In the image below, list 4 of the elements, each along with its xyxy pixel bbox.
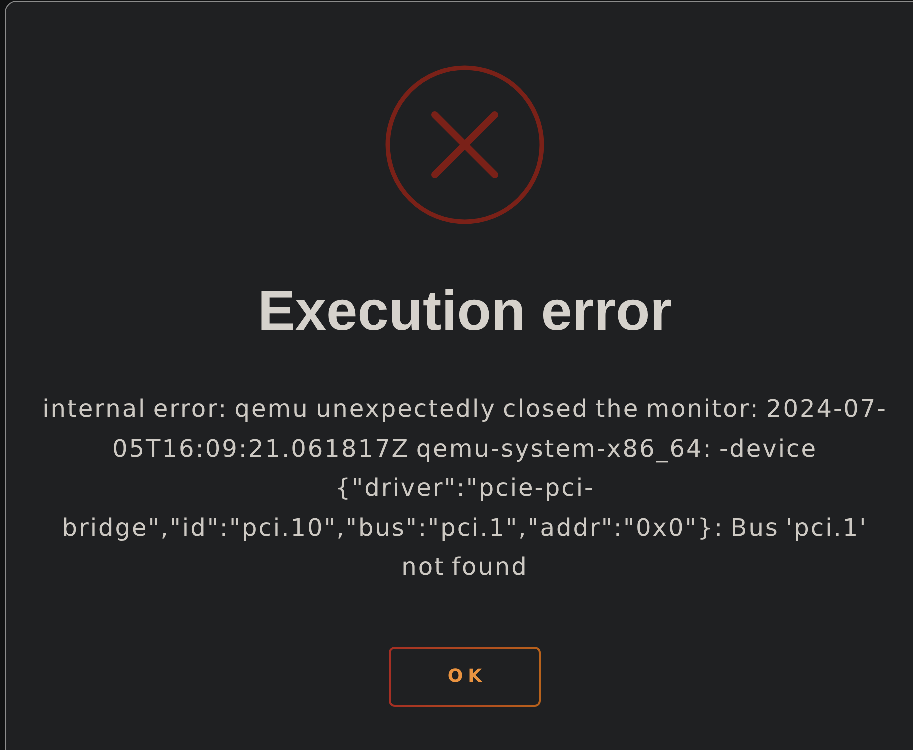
- dialog-title: Execution error: [258, 281, 672, 341]
- error-icon: [385, 65, 545, 225]
- error-message: internal error: qemu unexpectedly closed the monitor: 2024-07-05T16:09:21.061817Z qemu-system-x86_64: -device {"driver":"pcie-pci-bridge","id":"pci.10","bus":"pci.1","addr":"0x0"}: Bus 'pci.1' not found: [42, 394, 888, 583]
- ok-button[interactable]: OK: [389, 646, 541, 706]
